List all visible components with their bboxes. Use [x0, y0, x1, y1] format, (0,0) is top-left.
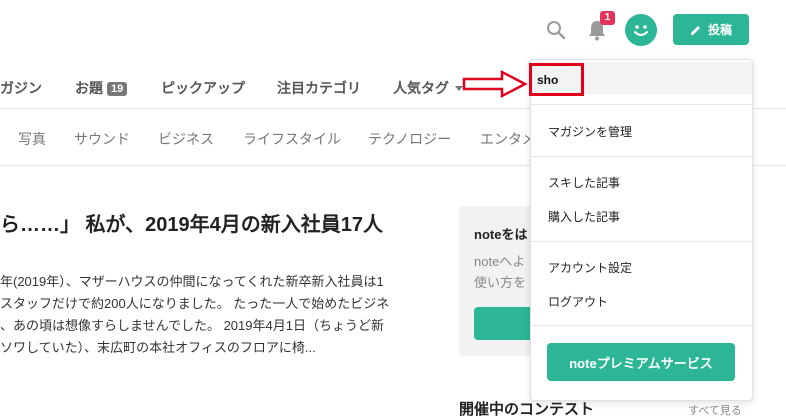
post-button-label: 投稿: [707, 23, 732, 37]
nav-item-label: お題: [75, 80, 103, 96]
count-badge: 19: [107, 82, 128, 96]
excerpt-line: ソワしていた）、末広町の本社オフィスのフロアに椅...: [0, 340, 316, 355]
welcome-card-title: noteをは: [474, 227, 528, 242]
nav-item-odai[interactable]: お題 19: [75, 78, 128, 98]
article-title[interactable]: ら……」 私が、2019年4月の新入社員17人: [0, 208, 430, 237]
menu-item-account-settings[interactable]: アカウント設定: [548, 259, 632, 276]
menu-item-purchased-articles[interactable]: 購入した記事: [548, 208, 620, 225]
pencil-icon: [690, 25, 700, 35]
divider: [531, 156, 752, 157]
category-item[interactable]: 写真: [18, 129, 46, 149]
search-icon[interactable]: [545, 19, 567, 41]
see-all-link[interactable]: すべて見る: [688, 402, 742, 418]
premium-button-label: noteプレミアムサービス: [569, 355, 713, 371]
category-item[interactable]: サウンド: [74, 129, 130, 149]
annotation-arrow-icon: [462, 69, 528, 99]
article-excerpt[interactable]: 年(2019年）、マザーハウスの仲間になってくれた新卒新入社員は1 スタッフだけ…: [0, 271, 430, 359]
username: sho: [537, 72, 559, 87]
nav-item-label: 人気タグ: [393, 80, 449, 96]
excerpt-line: 年(2019年）、マザーハウスの仲間になってくれた新卒新入社員は1: [0, 274, 384, 289]
category-item[interactable]: ビジネス: [158, 129, 214, 149]
category-item[interactable]: テクノロジー: [368, 129, 451, 149]
notification-badge: 1: [600, 11, 615, 25]
welcome-card-text: noteへよ 使い方を: [474, 251, 526, 293]
welcome-text-line: noteへよ: [474, 254, 526, 269]
smiley-icon: [634, 25, 648, 36]
nav-item-magazine[interactable]: ガジン: [0, 78, 42, 98]
premium-service-button[interactable]: noteプレミアムサービス: [547, 343, 735, 381]
category-item[interactable]: エンタメ: [480, 129, 536, 149]
nav-item-pickup[interactable]: ピックアップ: [161, 78, 245, 98]
nav-item-popular-tags[interactable]: 人気タグ: [393, 78, 463, 98]
welcome-text-line: 使い方を: [474, 275, 527, 290]
post-button[interactable]: 投稿: [673, 14, 749, 45]
menu-item-manage-magazines[interactable]: マガジンを管理: [548, 123, 632, 140]
excerpt-line: 、あの頃は想像すらしませんでした。 2019年4月1日（ちょうど新: [0, 318, 384, 333]
account-dropdown: マガジンを管理 スキした記事 購入した記事 アカウント設定 ログアウト note…: [530, 59, 753, 401]
nav-item-categories[interactable]: 注目カテゴリ: [277, 78, 361, 98]
username-highlight[interactable]: sho: [529, 63, 584, 96]
menu-item-logout[interactable]: ログアウト: [548, 293, 608, 310]
divider: [531, 104, 752, 105]
avatar[interactable]: [625, 14, 657, 46]
divider: [531, 241, 752, 242]
top-header: 1 投稿: [0, 0, 786, 60]
contest-section-title: 開催中のコンテスト: [459, 401, 595, 418]
divider: [531, 325, 752, 326]
menu-item-liked-articles[interactable]: スキした記事: [548, 174, 620, 191]
category-item[interactable]: ライフスタイル: [243, 129, 341, 149]
excerpt-line: スタッフだけで約200人になりました。 たった一人で始めたビジネ: [0, 296, 390, 311]
